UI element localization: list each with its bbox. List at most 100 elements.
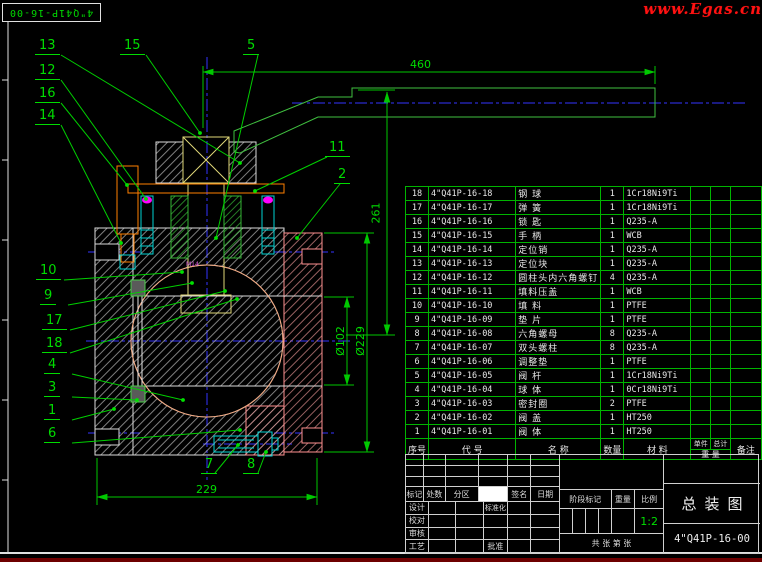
part-unit-weight	[691, 215, 711, 229]
part-total-weight	[711, 313, 731, 327]
drawing-title: 总装图	[664, 484, 760, 523]
part-qty: 1	[601, 313, 624, 327]
part-qty: 8	[601, 327, 624, 341]
callout-18: 18	[42, 337, 67, 353]
part-material: HT250	[624, 425, 691, 439]
part-qty: 1	[601, 411, 624, 425]
header-unit-weight: 单件	[691, 439, 710, 449]
part-material: PTFE	[624, 313, 691, 327]
part-material: WCB	[624, 285, 691, 299]
part-unit-weight	[691, 313, 711, 327]
part-code: 4"Q41P-16-13	[429, 257, 516, 271]
sheet-info-row: 共 张 第 张	[560, 534, 663, 553]
company-box	[664, 455, 760, 484]
part-material: 0Cr18Ni9Ti	[624, 383, 691, 397]
parts-table-row: 13 4"Q41P-16-13 定位块 1 Q235-A	[406, 257, 762, 271]
callout-4: 4	[44, 358, 60, 374]
callout-16: 16	[35, 87, 60, 103]
part-remark	[730, 411, 761, 425]
part-remark	[730, 341, 761, 355]
part-qty: 1	[601, 243, 624, 257]
label-check: 校对	[406, 515, 429, 528]
part-code: 4"Q41P-16-18	[429, 187, 516, 201]
callout-9: 9	[40, 289, 56, 305]
corner-drawing-number: 4"Q41P-16-00	[9, 7, 93, 18]
part-no: 18	[406, 187, 429, 201]
part-unit-weight	[691, 369, 711, 383]
part-no: 4	[406, 383, 429, 397]
part-qty: 1	[601, 369, 624, 383]
part-name: 双头螺柱	[516, 341, 601, 355]
parts-table-row: 11 4"Q41P-16-11 填料压盖 1 WCB	[406, 285, 762, 299]
callout-1: 1	[44, 404, 60, 420]
handle-lever	[234, 88, 655, 153]
part-material: Q235-A	[624, 271, 691, 285]
cad-drawing-viewport: www.Egas.cn 4"Q41P-16-00 13 12 16 14 15 …	[0, 0, 762, 562]
parts-table-row: 1 4"Q41P-16-01 阀 体 1 HT250	[406, 425, 762, 439]
part-material: 1Cr18Ni9Ti	[624, 369, 691, 383]
revision-row	[406, 477, 559, 488]
part-unit-weight	[691, 271, 711, 285]
part-qty: 1	[601, 355, 624, 369]
part-material: Q235-A	[624, 243, 691, 257]
part-unit-weight	[691, 355, 711, 369]
part-name: 锁 匙	[516, 215, 601, 229]
part-code: 4"Q41P-16-07	[429, 341, 516, 355]
part-remark	[730, 327, 761, 341]
part-code: 4"Q41P-16-02	[429, 411, 516, 425]
part-material: PTFE	[624, 299, 691, 313]
part-no: 7	[406, 341, 429, 355]
part-unit-weight	[691, 327, 711, 341]
part-total-weight	[711, 299, 731, 313]
part-code: 4"Q41P-16-06	[429, 355, 516, 369]
label-scale: 比例	[635, 490, 663, 510]
parts-table-row: 2 4"Q41P-16-02 阀 盖 1 HT250	[406, 411, 762, 425]
callout-11: 11	[325, 141, 350, 157]
part-total-weight	[711, 285, 731, 299]
parts-table-row: 15 4"Q41P-16-15 手 柄 1 WCB	[406, 229, 762, 243]
part-total-weight	[711, 257, 731, 271]
part-unit-weight	[691, 397, 711, 411]
part-code: 4"Q41P-16-01	[429, 425, 516, 439]
parts-table-row: 17 4"Q41P-16-17 弹 簧 1 1Cr18Ni9Ti	[406, 201, 762, 215]
sheet-info: 共 张 第 张	[560, 534, 663, 553]
part-qty: 1	[601, 425, 624, 439]
parts-table-row: 3 4"Q41P-16-03 密封圈 2 PTFE	[406, 397, 762, 411]
label-review: 审核	[406, 528, 429, 541]
part-material: HT250	[624, 411, 691, 425]
revision-header-row: 标记 处数 分区 签名 日期	[406, 487, 559, 502]
part-no: 13	[406, 257, 429, 271]
part-unit-weight	[691, 243, 711, 257]
part-total-weight	[711, 187, 731, 201]
label-zone: 分区	[446, 487, 479, 502]
part-remark	[730, 257, 761, 271]
callout-10: 10	[36, 264, 61, 280]
parts-table-row: 12 4"Q41P-16-12 圆柱头内六角螺钉 4 Q235-A	[406, 271, 762, 285]
title-block-name-area: 总装图 4"Q41P-16-00	[664, 455, 760, 553]
parts-table-row: 10 4"Q41P-16-10 填 料 1 PTFE	[406, 299, 762, 313]
stem-thread-label: M14	[186, 262, 199, 268]
callout-3: 3	[44, 381, 60, 397]
part-no: 9	[406, 313, 429, 327]
label-weight: 重量	[612, 490, 636, 510]
part-unit-weight	[691, 229, 711, 243]
label-date: 日期	[531, 487, 559, 502]
callout-12: 12	[35, 64, 60, 80]
part-qty: 1	[601, 383, 624, 397]
callout-6: 6	[44, 427, 60, 443]
part-qty: 1	[601, 299, 624, 313]
part-no: 16	[406, 215, 429, 229]
callout-7: 7	[201, 458, 217, 474]
stage-label-row: 阶段标记 重量 比例	[560, 490, 663, 510]
part-remark	[730, 215, 761, 229]
title-block: 标记 处数 分区 签名 日期 设计 标准化 校对 审核	[405, 454, 759, 554]
part-material: Q235-A	[624, 327, 691, 341]
part-unit-weight	[691, 187, 711, 201]
part-qty: 1	[601, 285, 624, 299]
part-code: 4"Q41P-16-15	[429, 229, 516, 243]
callout-15: 15	[120, 39, 145, 55]
signature-row-check: 校对	[406, 515, 559, 528]
part-name: 阀 杆	[516, 369, 601, 383]
part-total-weight	[711, 383, 731, 397]
part-total-weight	[711, 327, 731, 341]
